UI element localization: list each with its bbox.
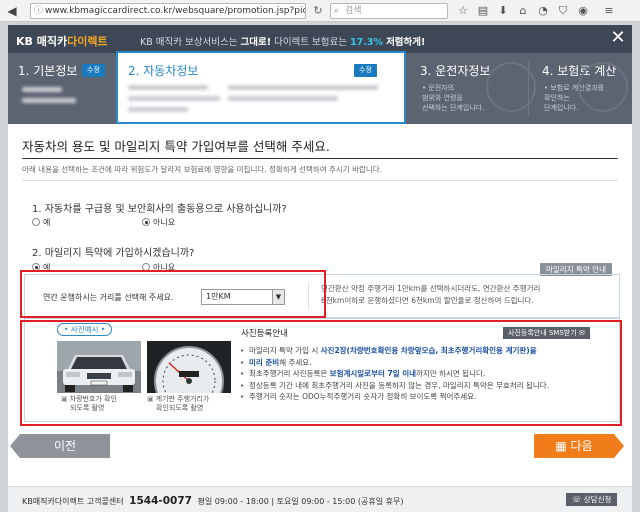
divider (528, 61, 529, 116)
section-title: 자동차의 용도 및 마일리지 특약 가입여부를 선택해 주세요. (22, 139, 330, 154)
step-car-info[interactable]: 2. 자동차정보 수정 (116, 51, 406, 124)
url-text: www.kbmagiccardirect.co.kr/websquare/pro… (45, 6, 305, 16)
step-premium-calc[interactable]: 4. 보험료 계산 • 보험료 계산결과를 확인하는 단계입니다. (532, 53, 632, 124)
promo-mid: 다이렉트 보험료는 (274, 37, 348, 48)
blurred-text (128, 85, 208, 90)
consult-request-button[interactable]: ☏ 상담신청 (566, 493, 618, 506)
radio-dot (142, 218, 150, 226)
step-progress: 1. 기본정보 수정 2. 자동차정보 수정 3. 운전자정보 • 운전자의 범… (8, 51, 632, 124)
blurred-text (228, 85, 378, 90)
menu-icon[interactable]: ≡ (602, 4, 616, 18)
question-emergency-use: 1. 자동차를 구급용 및 보안회사의 출동용으로 사용하십니까? (32, 204, 287, 215)
question-mileage: 2. 마일리지 특약에 가입하시겠습니까? (32, 248, 195, 259)
logo-prefix: KB (16, 35, 33, 48)
address-bar[interactable]: ⓘ www.kbmagiccardirect.co.kr/websquare/p… (30, 3, 306, 19)
divider (22, 158, 618, 159)
promo-percent: 17.3% (350, 37, 384, 48)
close-icon[interactable]: ✕ (608, 28, 628, 48)
download-icon[interactable]: ⬇ (496, 4, 510, 18)
promo-post: 저렴하게! (386, 37, 426, 48)
radio-emergency-yes[interactable]: 예 (32, 217, 50, 228)
modal-body: 자동차의 용도 및 마일리지 특약 가입여부를 선택해 주세요. 아래 내용을 … (8, 124, 632, 512)
search-placeholder: 검색 (345, 6, 362, 16)
back-arrow-icon[interactable]: ◀ (4, 3, 20, 19)
mileage-note-line: 연간환산 약정 주행거리 1만km를 선택하시더라도, 연간환산 주행거리 (321, 284, 541, 293)
step-basic-info[interactable]: 1. 기본정보 수정 (8, 53, 116, 124)
next-button[interactable]: ▦ 다음 (534, 434, 624, 458)
call-center-phone: 1544-0077 (129, 495, 192, 507)
extension-icon[interactable]: ◉ (576, 4, 590, 18)
step-title: 3. 운전자정보 (420, 64, 491, 78)
call-center-label: KB매직카다이렉트 고객콜센터 (22, 497, 124, 506)
step-driver-info[interactable]: 3. 운전자정보 • 운전자의 범위와 연령을 선택하는 단계입니다. (410, 53, 536, 124)
mileage-note: 연간환산 약정 주행거리 1만km를 선택하시더라도, 연간환산 주행거리 6천… (321, 283, 540, 307)
step-description-line: • 운전자의 (422, 84, 455, 92)
modal-header: KB 매직카다이렉트 KB 매직카 보상서비스는 그대로! 다이렉트 보험료는 … (8, 25, 632, 53)
screen: ◀ ⓘ www.kbmagiccardirect.co.kr/websquare… (0, 0, 640, 512)
call-center-info: KB매직카다이렉트 고객콜센터 1544-0077 평일 09:00 - 18:… (22, 495, 403, 507)
logo-main: 매직카 (36, 35, 68, 48)
blurred-text (22, 98, 76, 103)
mileage-note-line: 6천km이하로 운행하셨다면 6천km의 할인율로 정산하여 드립니다. (321, 296, 534, 305)
bookmark-star-icon[interactable]: ☆ (456, 4, 470, 18)
calculator-icon: ▦ (555, 439, 567, 453)
logo: KB 매직카다이렉트 (16, 33, 108, 49)
prev-button[interactable]: 이전 (10, 434, 110, 458)
consult-label: 상담신청 (583, 495, 612, 504)
headset-icon: ☏ (572, 495, 582, 504)
promo-message: KB 매직카 보상서비스는 그대로! 다이렉트 보험료는 17.3% 저렴하게! (140, 34, 425, 48)
step-description: • 운전자의 범위와 연령을 선택하는 단계입니다. (422, 83, 484, 113)
radio-dot (32, 218, 40, 226)
edit-car-info-button[interactable]: 수정 (354, 64, 377, 77)
search-icon: ⌕ (334, 6, 340, 16)
divider (22, 180, 618, 181)
blurred-text (128, 107, 188, 112)
blurred-text (228, 96, 338, 101)
promo-pre: KB 매직카 보상서비스는 (140, 37, 238, 48)
logo-accent: 다이렉트 (67, 35, 108, 48)
blurred-text (128, 96, 220, 101)
highlight-box (20, 270, 326, 318)
radio-label: 예 (43, 218, 51, 227)
radio-emergency-no[interactable]: 아니요 (142, 217, 175, 228)
home-icon[interactable]: ⌂ (516, 4, 530, 18)
browser-toolbar: ◀ ⓘ www.kbmagiccardirect.co.kr/websquare… (0, 0, 640, 22)
reading-list-icon[interactable]: ▤ (476, 4, 490, 18)
promo-strong: 그대로! (240, 37, 272, 48)
blurred-text (22, 87, 62, 92)
step-description-line: 선택하는 단계입니다. (422, 104, 485, 112)
highlight-box (20, 320, 622, 426)
reload-icon[interactable]: ↻ (310, 3, 326, 19)
edit-basic-info-button[interactable]: 수정 (82, 64, 105, 77)
instruction-text: 아래 내용을 선택하는 조건에 따라 위험도가 달라져 보험료에 영향을 미칩니… (22, 165, 383, 174)
step-description-line: 범위와 연령을 (422, 94, 463, 102)
next-button-label: 다음 (570, 439, 593, 453)
step-title: 2. 자동차정보 (128, 64, 199, 78)
calculator-icon (578, 62, 628, 112)
shield-icon[interactable]: ⛉ (556, 4, 570, 18)
site-info-icon[interactable]: ⓘ (34, 4, 43, 18)
chat-icon[interactable]: ◔ (536, 4, 550, 18)
step-title: 1. 기본정보 (18, 64, 78, 78)
call-center-hours: 평일 09:00 - 18:00 | 토요일 09:00 - 15:00 (공휴… (197, 497, 404, 506)
radio-label: 아니요 (153, 218, 176, 227)
browser-search-input[interactable]: ⌕ 검색 (330, 3, 448, 19)
footer: KB매직카다이렉트 고객콜센터 1544-0077 평일 09:00 - 18:… (8, 486, 632, 512)
